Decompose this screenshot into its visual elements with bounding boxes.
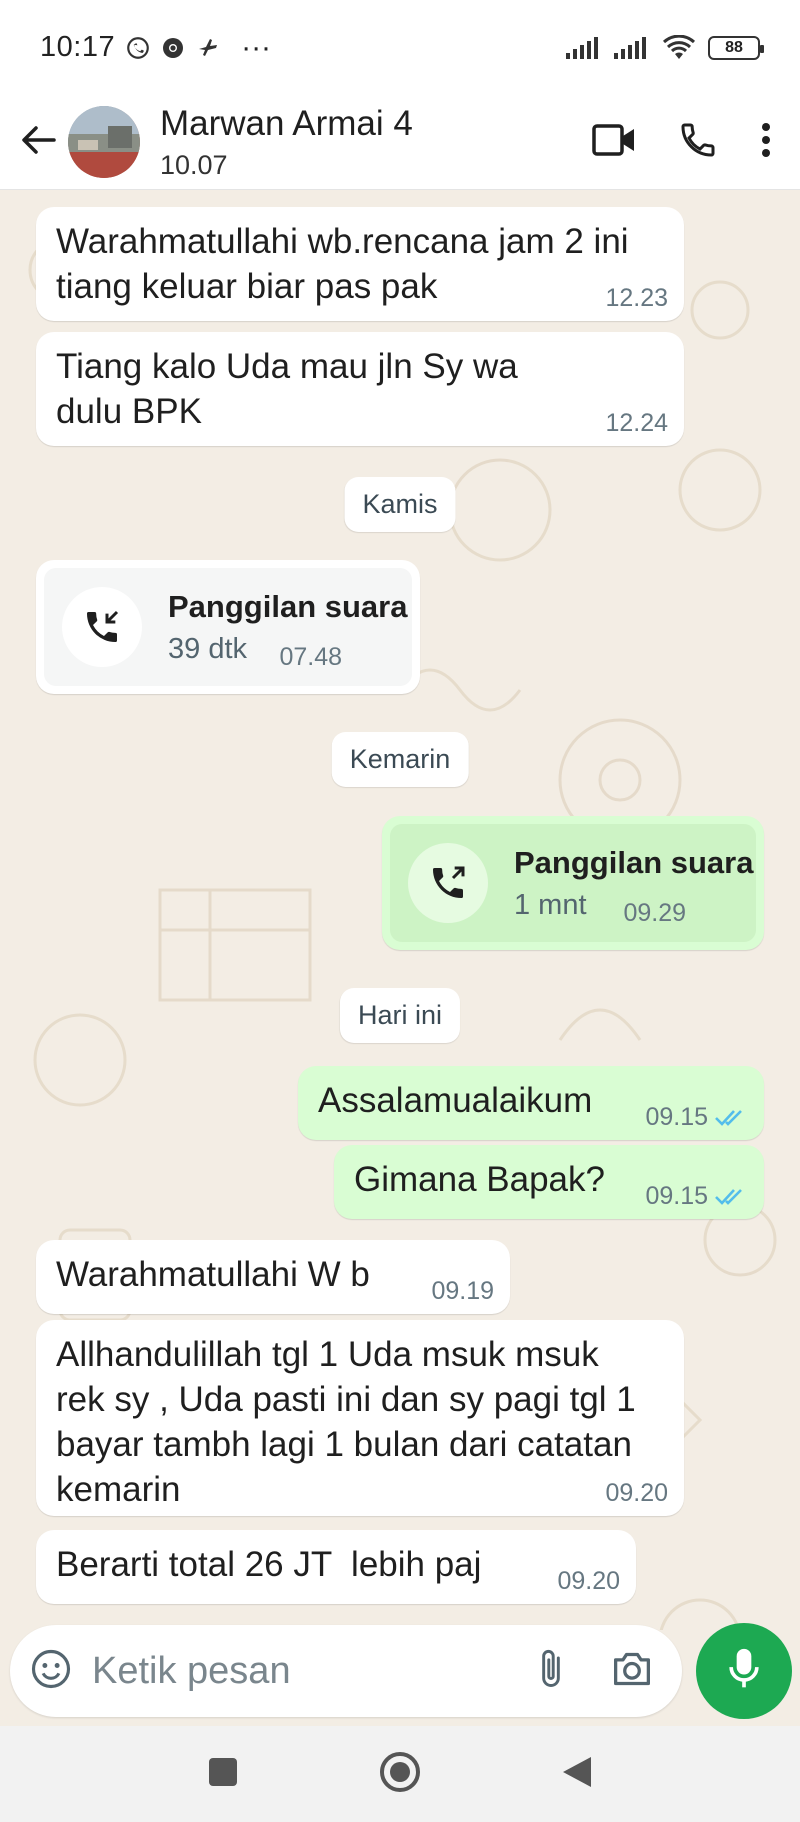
message-time-text: 09.15 — [645, 1103, 708, 1131]
read-ticks-icon — [714, 1187, 748, 1207]
chat-header: Marwan Armai 4 10.07 — [0, 95, 800, 190]
camera-icon — [610, 1649, 654, 1694]
date-divider: Kemarin — [331, 732, 469, 787]
message-text: Warahmatullahi W b — [56, 1255, 370, 1294]
message-time: 12.24 — [605, 409, 668, 438]
message-text: Warahmatullahi wb.rencana jam 2 ini tian… — [56, 222, 629, 306]
voice-message-button[interactable] — [696, 1623, 792, 1719]
message-text: Allhandulillah tgl 1 Uda msuk msuk rek s… — [56, 1335, 636, 1509]
voice-call-button[interactable] — [678, 120, 718, 165]
call-title: Panggilan suara — [514, 844, 754, 880]
battery-level: 88 — [725, 38, 743, 56]
video-call-button[interactable] — [592, 123, 636, 162]
contact-info[interactable]: Marwan Armai 4 10.07 — [160, 104, 413, 181]
message-composer: Ketik pesan — [10, 1625, 682, 1717]
incoming-message[interactable]: Tiang kalo Uda mau jln Sy wa dulu BPK 12… — [36, 332, 684, 446]
status-time: 10:17 — [40, 31, 116, 63]
back-button[interactable] — [8, 112, 68, 172]
more-options-button[interactable] — [760, 122, 772, 163]
nav-home-icon[interactable] — [379, 1751, 421, 1798]
outgoing-message[interactable]: Assalamualaikum 09.15 — [298, 1066, 764, 1140]
system-nav-bar — [0, 1726, 800, 1822]
last-seen: 10.07 — [160, 149, 228, 180]
date-divider: Hari ini — [339, 988, 461, 1043]
battery-icon: 88 — [708, 35, 764, 60]
outgoing-call-message[interactable]: Panggilan suara 1 mnt 09.29 — [382, 816, 764, 950]
message-time: 07.48 — [279, 643, 342, 671]
message-time: 12.23 — [605, 284, 668, 313]
more-notifications: ··· — [241, 30, 272, 64]
message-status: 09.15 — [645, 1182, 748, 1211]
video-call-icon — [592, 123, 636, 162]
contact-name: Marwan Armai 4 — [160, 103, 413, 143]
mic-icon — [726, 1647, 762, 1696]
incoming-message[interactable]: Allhandulillah tgl 1 Uda msuk msuk rek s… — [36, 1320, 684, 1516]
phone-icon — [678, 120, 718, 165]
chat-area[interactable]: Warahmatullahi wb.rencana jam 2 ini tian… — [0, 190, 800, 1630]
status-bar: 10:17 ··· 88 — [0, 0, 800, 95]
outgoing-message[interactable]: Gimana Bapak? 09.15 — [334, 1145, 764, 1219]
date-divider: Kamis — [344, 477, 456, 532]
wifi-icon — [662, 34, 696, 61]
message-time-text: 12.24 — [605, 409, 668, 437]
bird-icon — [195, 36, 221, 60]
message-time: 09.19 — [431, 1277, 494, 1306]
chrome-icon — [161, 36, 185, 60]
message-time-text: 12.23 — [605, 284, 668, 312]
emoji-icon — [30, 1648, 72, 1695]
message-time: 09.20 — [557, 1567, 620, 1596]
signal-icon — [614, 36, 650, 59]
avatar[interactable] — [68, 106, 140, 178]
message-time-text: 09.15 — [645, 1182, 708, 1210]
message-input[interactable]: Ketik pesan — [92, 1650, 536, 1693]
incoming-call-icon — [62, 587, 142, 667]
nav-back-icon[interactable] — [561, 1755, 593, 1794]
incoming-message[interactable]: Warahmatullahi wb.rencana jam 2 ini tian… — [36, 207, 684, 321]
incoming-call-message[interactable]: Panggilan suara 39 dtk 07.48 — [36, 560, 420, 694]
call-title: Panggilan suara — [168, 588, 408, 624]
message-text: Tiang kalo Uda mau jln Sy wa dulu BPK — [56, 347, 518, 431]
attach-icon — [536, 1647, 566, 1696]
nav-recents-icon[interactable] — [207, 1756, 239, 1793]
emoji-button[interactable] — [30, 1648, 72, 1695]
whatsapp-icon — [125, 35, 151, 61]
incoming-message[interactable]: Berarti total 26 JT lebih paj 09.20 — [36, 1530, 636, 1604]
incoming-message[interactable]: Warahmatullahi W b 09.19 — [36, 1240, 510, 1314]
signal-icon — [566, 36, 602, 59]
read-ticks-icon — [714, 1108, 748, 1128]
more-vert-icon — [760, 122, 772, 163]
message-time: 09.29 — [623, 899, 686, 927]
message-time: 09.20 — [605, 1479, 668, 1508]
message-text: Berarti total 26 JT lebih paj — [56, 1545, 482, 1584]
attach-button[interactable] — [536, 1647, 566, 1696]
message-time-text: 09.20 — [605, 1479, 668, 1507]
camera-button[interactable] — [610, 1649, 654, 1694]
message-time-text: 09.19 — [431, 1277, 494, 1305]
outgoing-call-icon — [408, 843, 488, 923]
message-time-text: 09.20 — [557, 1567, 620, 1595]
back-arrow-icon — [20, 124, 56, 161]
message-status: 09.15 — [645, 1103, 748, 1132]
